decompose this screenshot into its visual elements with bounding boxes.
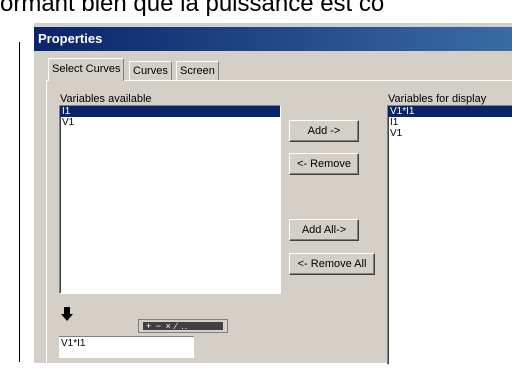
remove-all-button[interactable]: <- Remove All [289,253,375,275]
tab-curves[interactable]: Curves [129,61,172,81]
remove-button[interactable]: <- Remove [289,153,359,175]
window-edge [19,42,20,362]
tab-screen[interactable]: Screen [176,61,219,81]
window-title: Properties [38,31,103,46]
list-item[interactable]: V1*I1 [388,106,512,117]
operators-toolbar[interactable]: + − × ∕ .. [138,319,228,333]
variables-for-display-label: Variables for display [388,93,487,105]
list-item[interactable]: V1 [388,128,512,139]
variables-for-display-list[interactable]: V1*I1 I1 V1 [387,105,512,365]
tab-select-curves[interactable]: Select Curves [48,58,125,81]
list-item[interactable]: I1 [60,106,280,117]
properties-window: Properties Select Curves Curves Screen V… [33,22,512,371]
add-button[interactable]: Add -> [289,120,359,142]
background-text: ormant bien que la puissance est co [0,0,385,17]
title-bar[interactable]: Properties [34,27,512,51]
expression-field[interactable]: V1*I1 [59,336,194,358]
variables-available-label: Variables available [60,93,152,105]
list-item[interactable]: V1 [60,117,280,128]
arrow-down-icon[interactable] [61,307,73,321]
variables-available-list[interactable]: I1 V1 [59,105,281,294]
operators-label[interactable]: + − × ∕ .. [143,322,223,331]
list-item[interactable]: I1 [388,117,512,128]
add-all-button[interactable]: Add All-> [289,219,359,241]
